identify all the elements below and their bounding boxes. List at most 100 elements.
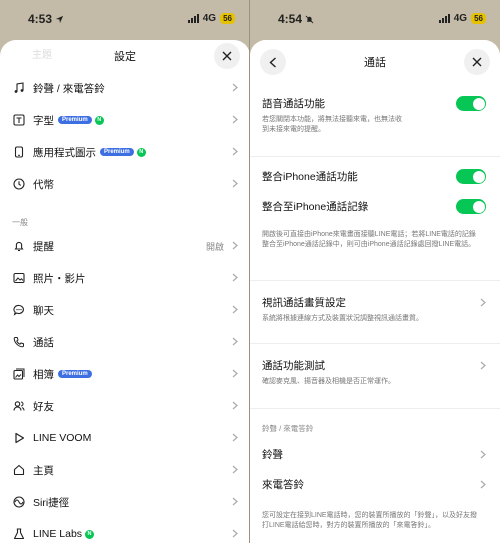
chevron-right-icon: [232, 497, 238, 506]
page-title: 通話: [364, 57, 386, 69]
settings-item-label: 好友: [33, 400, 54, 413]
chevron-right-icon: [480, 361, 486, 370]
chevron-right-icon: [232, 337, 238, 346]
close-button[interactable]: [214, 43, 240, 69]
app-icon: [12, 145, 26, 159]
settings-item-font[interactable]: 字型 Premium N: [0, 104, 249, 136]
setting-title: 通話功能測試: [262, 360, 325, 372]
settings-item-calls[interactable]: 通話: [0, 326, 249, 358]
settings-item-friends[interactable]: 好友: [0, 390, 249, 422]
location-arrow-icon: [55, 15, 64, 23]
home-icon: [12, 463, 26, 477]
setting-title: 整合至iPhone通話記錄: [262, 201, 369, 213]
settings-item-label: 鈴聲 / 來電答鈴: [33, 82, 105, 95]
network-label: 4G: [202, 13, 217, 24]
signal-bars-icon: [438, 14, 450, 23]
bell-mute-icon: [305, 15, 314, 23]
setting-title: 來電答鈴: [262, 479, 304, 491]
status-bar: 4:53 4G 56: [0, 0, 249, 40]
settings-item-albums[interactable]: 相簿 Premium: [0, 358, 249, 390]
settings-item-notifications[interactable]: 提醒 開啟: [0, 230, 249, 262]
section-header-general: 一般: [12, 218, 28, 227]
settings-item-app-icon[interactable]: 應用程式圖示 Premium N: [0, 136, 249, 168]
chevron-right-icon: [232, 465, 238, 474]
sheet-header: 設定: [0, 40, 249, 72]
friends-icon: [12, 399, 26, 413]
voice-call-toggle[interactable]: [456, 96, 486, 111]
clock: 4:54: [278, 12, 303, 26]
call-test-setting[interactable]: 通話功能測試 確認麥克風、揚音器及相機是否正常運作。: [262, 344, 488, 408]
chevron-right-icon: [232, 369, 238, 378]
chevron-right-icon: [232, 401, 238, 410]
premium-badge: Premium: [100, 148, 134, 156]
battery-icon: 56: [220, 13, 235, 24]
iphone-integration-toggle[interactable]: [456, 169, 486, 184]
settings-item-label: 字型: [33, 114, 54, 127]
settings-item-label: 通話: [33, 336, 54, 349]
video-quality-setting[interactable]: 視訊通話畫質設定 系統將根據連線方式及裝置狀況調整視訊通話畫質。: [262, 281, 488, 343]
ringtone-footer-note: 您可設定在接到LINE電話時，您的裝置所播放的「鈴聲」，以及好友撥打LINE電話…: [262, 512, 478, 529]
settings-item-label: 照片・影片: [33, 272, 86, 285]
settings-item-ringtone[interactable]: 鈴聲 / 來電答鈴: [0, 72, 249, 104]
iphone-history-toggle[interactable]: [456, 199, 486, 214]
photo-icon: [12, 271, 26, 285]
section-header-ringtone: 鈴聲 / 來電答鈴: [262, 424, 314, 433]
settings-item-label: Siri捷徑: [33, 496, 70, 509]
settings-item-line-labs[interactable]: LINE Labs N: [0, 518, 249, 543]
settings-item-home[interactable]: 主頁: [0, 454, 249, 486]
setting-title: 整合iPhone通話功能: [262, 171, 358, 183]
chevron-right-icon: [480, 450, 486, 459]
iphone-history-setting: 整合至iPhone通話記錄 開啟後可直接由iPhone來電畫面接聽LINE電話；…: [262, 187, 488, 280]
settings-item-line-voom[interactable]: LINE VOOM: [0, 422, 249, 454]
flask-icon: [12, 527, 26, 541]
settings-item-label: 主頁: [33, 464, 54, 477]
setting-description: 確認麥克風、揚音器及相機是否正常運作。: [262, 378, 395, 385]
bell-icon: [12, 239, 26, 253]
new-badge: N: [85, 529, 95, 539]
status-time: 4:54: [278, 12, 314, 26]
status-time: 4:53: [28, 12, 64, 26]
close-icon: [472, 57, 482, 67]
siri-icon: [12, 495, 26, 509]
settings-item-coins[interactable]: 代幣: [0, 168, 249, 200]
settings-list: 鈴聲 / 來電答鈴 字型 Premium N 應用程式圖示 Premium N …: [0, 72, 249, 543]
ringback-tone-setting[interactable]: 來電答鈴: [262, 469, 488, 499]
settings-item-label: 提醒: [33, 240, 54, 253]
right-phone-screen: 4:54 4G 56 通話 語音通話功能 若您關閉本功能，將無法接聽來電，也無法…: [250, 0, 500, 543]
signal-bars-icon: [187, 14, 199, 23]
network-label: 4G: [453, 13, 468, 24]
close-button[interactable]: [464, 49, 490, 75]
voom-icon: [12, 431, 26, 445]
settings-item-label: 聊天: [33, 304, 54, 317]
settings-item-label: 相簿: [33, 368, 54, 381]
chevron-right-icon: [232, 529, 238, 538]
settings-item-chats[interactable]: 聊天: [0, 294, 249, 326]
font-icon: [12, 113, 26, 127]
new-badge: N: [94, 115, 104, 125]
setting-description: 開啟後可直接由iPhone來電畫面接聽LINE電話；若將LINE電話的記錄整合至…: [262, 231, 476, 248]
chat-icon: [12, 303, 26, 317]
settings-item-label: 應用程式圖示: [33, 146, 96, 159]
page-title: 設定: [114, 51, 136, 63]
ringtone-setting[interactable]: 鈴聲: [262, 439, 488, 469]
setting-description: 系統將根據連線方式及裝置狀況調整視訊通話畫質。: [262, 315, 423, 322]
chevron-right-icon: [232, 179, 238, 188]
settings-item-label: LINE VOOM: [33, 432, 92, 444]
chevron-left-icon: [269, 56, 276, 68]
setting-title: 鈴聲: [262, 449, 283, 461]
back-button[interactable]: [260, 49, 286, 75]
settings-item-photos-videos[interactable]: 照片・影片: [0, 262, 249, 294]
premium-badge: Premium: [58, 370, 92, 378]
close-icon: [222, 51, 232, 61]
coin-icon: [12, 177, 26, 191]
new-badge: N: [136, 147, 146, 157]
chevron-right-icon: [232, 305, 238, 314]
calls-settings-sheet: 通話 語音通話功能 若您關閉本功能，將無法接聽來電，也無法收到未接來電的提醒。 …: [250, 40, 500, 543]
settings-item-label: 代幣: [33, 178, 54, 191]
chevron-right-icon: [232, 241, 238, 250]
settings-sheet: 設定 鈴聲 / 來電答鈴 字型 Premium N 應用程式圖示 Premium…: [0, 40, 249, 543]
chevron-right-icon: [232, 273, 238, 282]
settings-item-siri-shortcuts[interactable]: Siri捷徑: [0, 486, 249, 518]
setting-title: 視訊通話畫質設定: [262, 297, 346, 309]
left-phone-screen: 4:53 4G 56 設定 鈴聲 / 來電答鈴 字型 Premium N 應用程…: [0, 0, 250, 543]
